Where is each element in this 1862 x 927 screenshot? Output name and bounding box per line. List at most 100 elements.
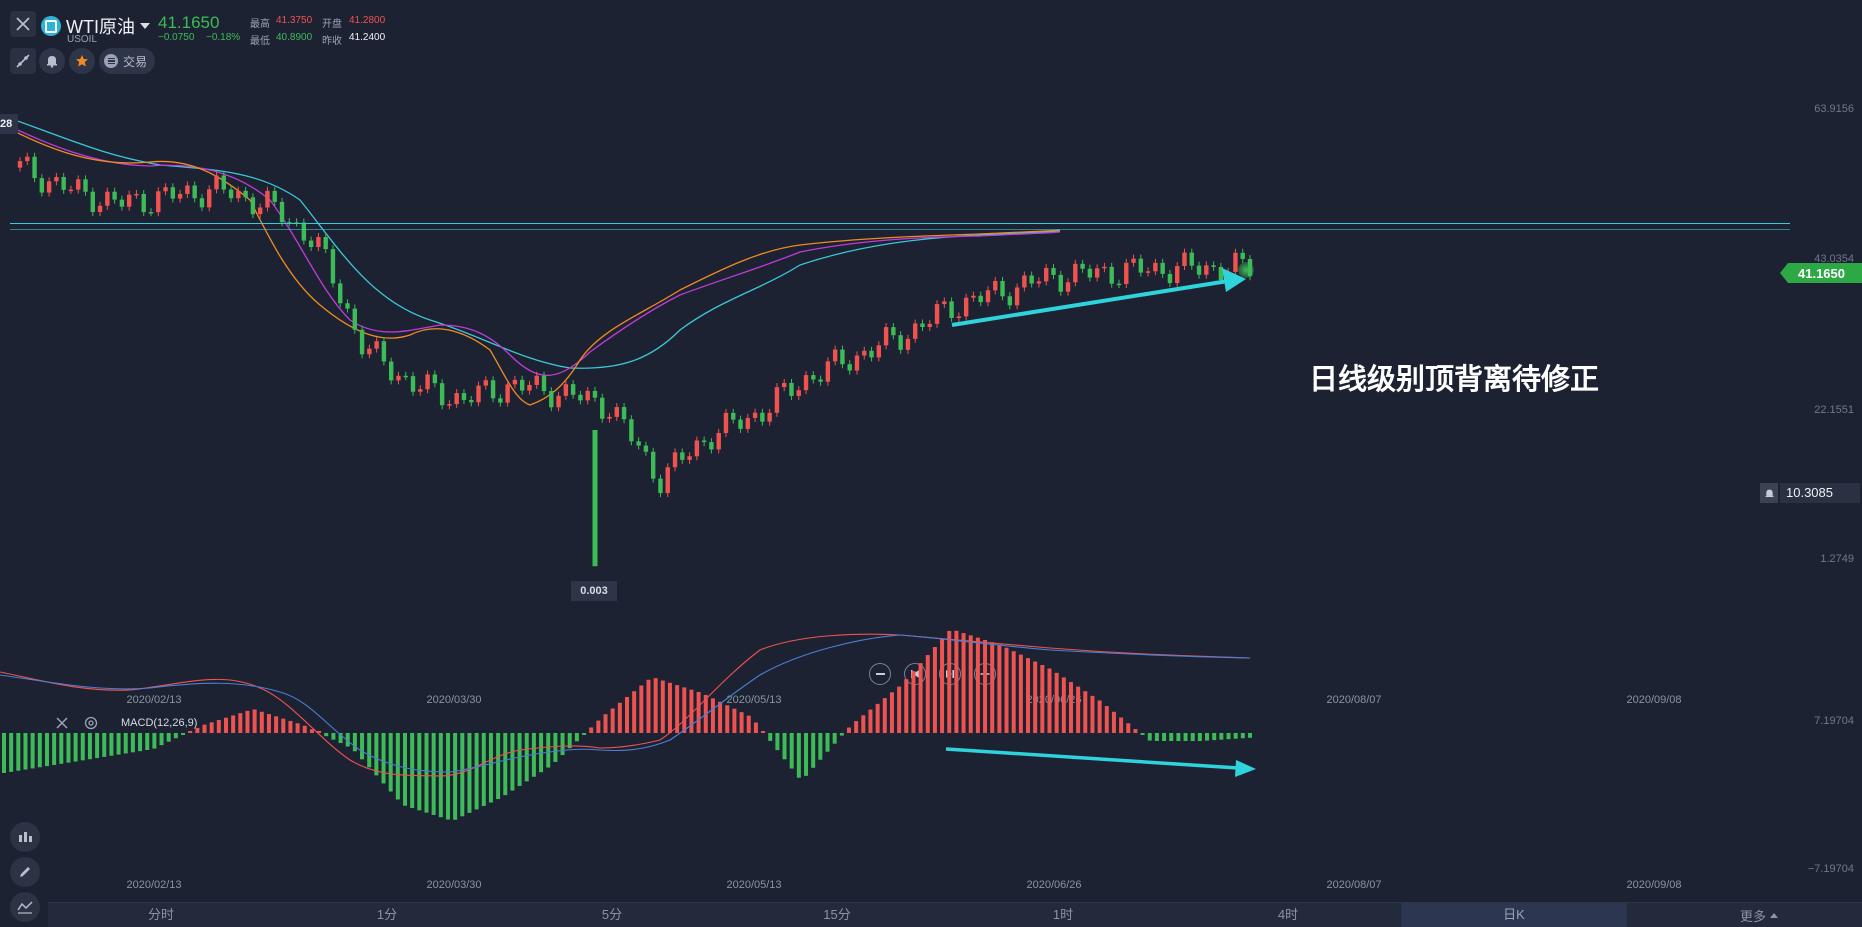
timeframe-tab[interactable]: 1分	[377, 903, 397, 927]
macd-bar	[453, 733, 458, 820]
macd-chart[interactable]	[0, 600, 1862, 900]
timeframe-tab[interactable]: 1时	[1053, 903, 1073, 927]
macd-bar	[66, 733, 71, 763]
macd-bar	[1040, 665, 1045, 733]
macd-bar	[467, 733, 472, 813]
price-tick-4: 1.2749	[1820, 553, 1854, 565]
macd-bar	[553, 733, 558, 762]
left-edge-tag: 28	[0, 114, 18, 134]
macd-bar	[1190, 733, 1195, 741]
macd-bar	[1104, 706, 1109, 733]
macd-bar	[1226, 733, 1231, 740]
timeframe-tab[interactable]: 4时	[1278, 903, 1298, 927]
macd-x-label: 2020/05/13	[726, 879, 782, 891]
macd-bar	[811, 733, 816, 768]
macd-bar	[352, 733, 357, 752]
macd-bar	[188, 731, 193, 733]
macd-bar	[181, 733, 186, 735]
price-alert-value: 10.3085	[1780, 483, 1860, 503]
macd-bar	[574, 733, 579, 742]
macd-bar	[1047, 668, 1052, 733]
macd-bar	[367, 733, 372, 768]
macd-bar	[904, 679, 909, 733]
macd-bar	[854, 721, 859, 733]
macd-bar	[252, 709, 257, 733]
macd-bar	[417, 733, 422, 811]
macd-bar	[560, 733, 565, 756]
macd-bar	[259, 711, 264, 733]
macd-bar	[682, 687, 687, 733]
macd-bar	[1026, 658, 1031, 733]
draw-button[interactable]	[10, 857, 40, 887]
macd-bar	[725, 705, 730, 733]
macd-bar	[775, 733, 780, 751]
macd-bar	[1004, 647, 1009, 733]
macd-bar	[388, 733, 393, 792]
macd-bar	[73, 733, 78, 762]
macd-bar	[30, 733, 35, 769]
macd-bar	[617, 702, 622, 733]
timeframe-tab[interactable]: 15分	[823, 903, 850, 927]
macd-bar	[517, 733, 522, 786]
price-alert-tag[interactable]: 10.3085	[1760, 483, 1860, 503]
macd-bar	[159, 733, 164, 746]
macd-bar	[381, 733, 386, 784]
macd-bar	[660, 680, 665, 733]
macd-bar	[1090, 695, 1095, 733]
macd-bar	[804, 733, 809, 776]
macd-bar	[718, 701, 723, 733]
macd-bar	[245, 710, 250, 733]
macd-bar	[882, 698, 887, 733]
macd-bar	[932, 647, 937, 733]
macd-bar	[445, 733, 450, 820]
timeframe-more[interactable]: 更多	[1740, 903, 1779, 927]
indicator-icon	[17, 901, 33, 914]
macd-bar	[288, 720, 293, 733]
macd-bar	[889, 692, 894, 733]
macd-x-label: 2020/06/26	[1026, 879, 1082, 891]
current-price-tag: 41.1650	[1780, 263, 1862, 283]
macd-bar	[596, 720, 601, 733]
macd-bar	[95, 733, 100, 759]
macd-bar	[474, 733, 479, 810]
timeframe-tab-active[interactable]: 日K	[1401, 903, 1627, 927]
macd-bar	[753, 722, 758, 733]
min-value-tag: 0.003	[571, 581, 617, 601]
macd-histogram	[2, 630, 1252, 820]
macd-bar	[832, 733, 837, 744]
macd-bar	[789, 733, 794, 769]
timeframe-tab: 更多	[1740, 908, 1767, 924]
macd-bar	[954, 630, 959, 733]
macd-bar	[1111, 711, 1116, 733]
indicator-button[interactable]	[10, 892, 40, 922]
macd-bar	[861, 715, 866, 733]
macd-bar	[431, 733, 436, 815]
macd-bar	[2, 733, 6, 773]
macd-bar	[983, 639, 988, 733]
macd-bar	[846, 727, 851, 733]
macd-bar	[1054, 672, 1059, 733]
macd-bar	[1147, 733, 1152, 741]
timeframe-tab[interactable]: 分时	[148, 903, 174, 927]
caret-up-icon	[1770, 912, 1779, 918]
macd-bar	[897, 686, 902, 733]
price-tick-1: 63.9156	[1814, 103, 1854, 115]
macd-bar	[546, 733, 551, 768]
macd-bar	[324, 733, 329, 737]
macd-bar	[610, 708, 615, 733]
macd-bar	[1018, 654, 1023, 733]
macd-bar	[145, 733, 150, 751]
macd-bar	[975, 637, 980, 733]
macd-bar	[202, 724, 207, 733]
macd-bar	[710, 698, 715, 733]
macd-bar	[80, 733, 85, 761]
timeframe-tab[interactable]: 5分	[602, 903, 622, 927]
chart-type-button[interactable]	[10, 822, 40, 852]
macd-x-label: 2020/09/08	[1626, 879, 1682, 891]
macd-bar	[875, 703, 880, 733]
macd-bar	[696, 691, 701, 733]
macd-bar	[947, 630, 952, 733]
macd-bar	[216, 720, 221, 733]
macd-bar	[87, 733, 92, 760]
macd-bar	[582, 733, 587, 735]
